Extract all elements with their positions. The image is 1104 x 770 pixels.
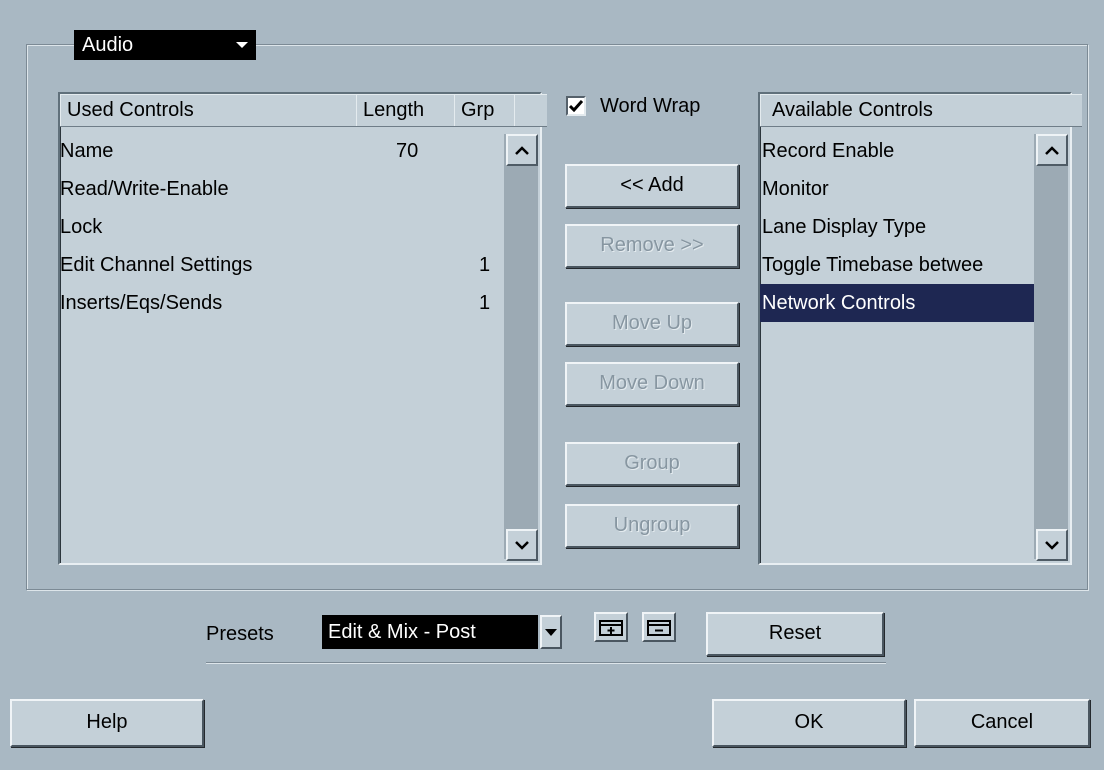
help-button[interactable]: Help bbox=[10, 699, 204, 747]
word-wrap-label: Word Wrap bbox=[600, 95, 701, 117]
table-row[interactable]: Read/Write-Enable bbox=[60, 170, 500, 208]
list-item[interactable]: Lane Display Type bbox=[760, 208, 1038, 246]
track-type-value: Audio bbox=[82, 34, 134, 56]
table-row[interactable]: Inserts/Eqs/Sends 1 bbox=[60, 284, 500, 322]
control-group: 1 bbox=[479, 254, 491, 276]
ok-button[interactable]: OK bbox=[712, 699, 906, 747]
control-group: 1 bbox=[479, 292, 491, 314]
cancel-button[interactable]: Cancel bbox=[914, 699, 1090, 747]
chevron-down-icon bbox=[236, 42, 248, 48]
check-icon bbox=[569, 100, 583, 112]
reset-button[interactable]: Reset bbox=[706, 612, 884, 656]
presets-divider bbox=[206, 662, 886, 664]
list-item-selected[interactable]: Network Controls bbox=[760, 284, 1038, 322]
list-item-label: Lane Display Type bbox=[762, 216, 927, 238]
track-type-dropdown[interactable]: Audio bbox=[74, 30, 256, 60]
control-name: Edit Channel Settings bbox=[60, 254, 253, 276]
control-name: Read/Write-Enable bbox=[60, 178, 229, 200]
column-header-filler bbox=[514, 94, 547, 127]
chevron-down-icon bbox=[1045, 540, 1059, 550]
column-header-used-controls[interactable]: Used Controls bbox=[60, 94, 364, 127]
control-name: Name bbox=[60, 140, 114, 162]
used-controls-scrollbar[interactable] bbox=[504, 134, 538, 561]
table-row[interactable]: Name 70 bbox=[60, 132, 500, 170]
scroll-down-button[interactable] bbox=[506, 529, 538, 561]
control-name: Lock bbox=[60, 216, 103, 238]
chevron-down-icon bbox=[515, 540, 529, 550]
group-button[interactable]: Group bbox=[565, 442, 739, 486]
presets-dropdown-button[interactable] bbox=[540, 615, 562, 649]
column-header-grp[interactable]: Grp bbox=[454, 94, 522, 127]
remove-button[interactable]: Remove >> bbox=[565, 224, 739, 268]
list-item-label: Monitor bbox=[762, 178, 829, 200]
add-button[interactable]: << Add bbox=[565, 164, 739, 208]
chevron-down-icon bbox=[545, 628, 557, 636]
move-down-button[interactable]: Move Down bbox=[565, 362, 739, 406]
column-header-available-controls[interactable]: Available Controls bbox=[760, 94, 1082, 127]
move-up-button[interactable]: Move Up bbox=[565, 302, 739, 346]
available-controls-scrollbar[interactable] bbox=[1034, 134, 1068, 561]
word-wrap-checkbox[interactable] bbox=[566, 96, 586, 116]
chevron-up-icon bbox=[515, 145, 529, 155]
table-row[interactable]: Edit Channel Settings 1 bbox=[60, 246, 500, 284]
list-item[interactable]: Toggle Timebase betwee bbox=[760, 246, 1038, 284]
scroll-down-button[interactable] bbox=[1036, 529, 1068, 561]
list-item-label: Toggle Timebase betwee bbox=[762, 254, 984, 276]
scroll-up-button[interactable] bbox=[1036, 134, 1068, 166]
ungroup-button[interactable]: Ungroup bbox=[565, 504, 739, 548]
column-header-length[interactable]: Length bbox=[356, 94, 462, 127]
scroll-up-button[interactable] bbox=[506, 134, 538, 166]
table-row[interactable]: Lock bbox=[60, 208, 500, 246]
available-controls-list[interactable]: Available Controls Record Enable Monitor… bbox=[758, 92, 1082, 565]
presets-dropdown-value: Edit & Mix - Post bbox=[322, 615, 538, 649]
list-item-label: Network Controls bbox=[762, 292, 916, 314]
delete-preset-button[interactable] bbox=[642, 612, 676, 642]
save-preset-button[interactable] bbox=[594, 612, 628, 642]
control-name: Inserts/Eqs/Sends bbox=[60, 292, 223, 314]
presets-dropdown[interactable]: Edit & Mix - Post bbox=[322, 613, 566, 651]
save-preset-icon bbox=[599, 620, 623, 636]
chevron-up-icon bbox=[1045, 145, 1059, 155]
list-item[interactable]: Record Enable bbox=[760, 132, 1038, 170]
delete-preset-icon bbox=[647, 620, 671, 636]
list-item-label: Record Enable bbox=[762, 140, 895, 162]
control-length: 70 bbox=[396, 140, 419, 162]
used-controls-list[interactable]: Used Controls Length Grp Name 70 Read/Wr… bbox=[58, 92, 547, 565]
presets-label: Presets bbox=[206, 623, 274, 645]
list-item[interactable]: Monitor bbox=[760, 170, 1038, 208]
